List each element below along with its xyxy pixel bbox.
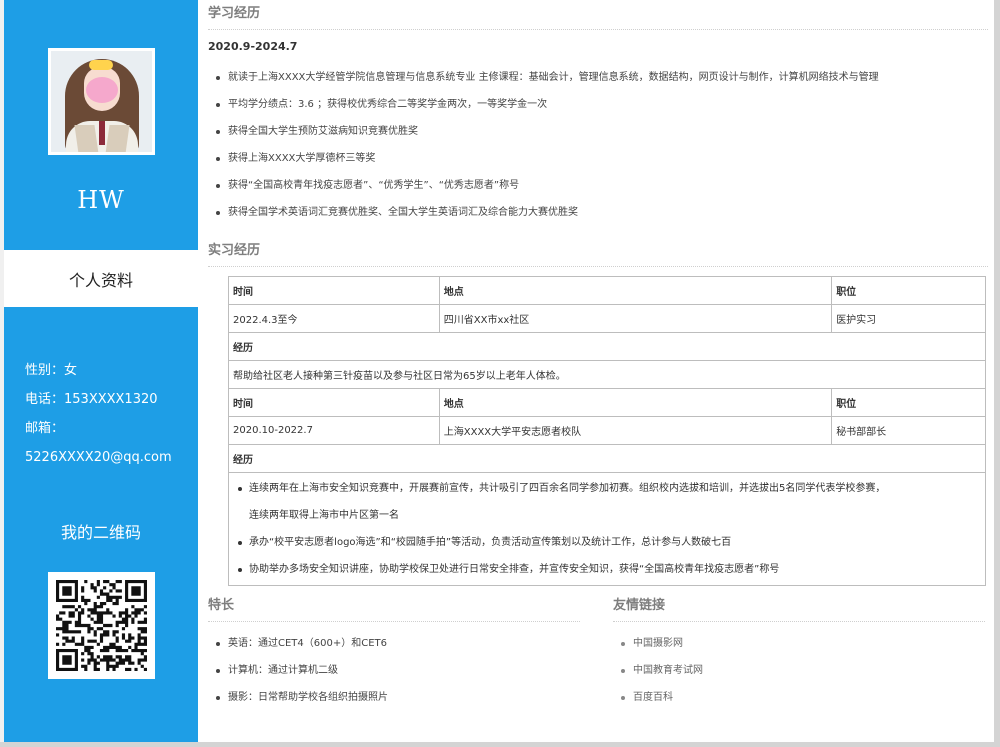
education-title: 学习经历 [208,0,988,30]
profile-photo [48,48,155,155]
list-item: 承办“校平安志愿者logo海选”和“校园随手拍”等活动，负责活动宣传策划以及统计… [233,529,981,556]
list-item: 协助举办多场安全知识讲座，协助学校保卫处进行日常安全排查，并宣传安全知识，获得“… [233,556,981,583]
gender-text: 性别：女 [25,363,78,378]
list-item: 连续两年取得上海市中片区第一名 [249,510,399,521]
sidebar: HW 个人资料 性别：女 电话：153XXXX1320 邮箱： 5226XXXX… [4,0,198,747]
links-section: 友情链接 中国摄影网 中国教育考试网 百度百科 [613,592,985,711]
main-content: 学习经历 2020.9-2024.7 就读于上海XXXX大学经管学院信息管理与信… [208,0,988,703]
cell-role: 医护实习 [831,304,986,333]
tab-profile[interactable]: 个人资料 [4,250,198,307]
internship-section: 实习经历 [208,237,988,267]
table-row: 2022.4.3至今 四川省XX市xx社区 医护实习 [228,304,986,333]
education-list: 就读于上海XXXX大学经管学院信息管理与信息系统专业 主修课程：基础会计，管理信… [208,64,988,226]
cell-time: 2020.10-2022.7 [228,416,440,445]
header-role: 职位 [831,276,986,305]
table-row: 经历 [228,444,986,473]
list-item: 获得“全国高校青年找疫志愿者”、“优秀学生”、“优秀志愿者”称号 [208,172,988,199]
email-label: 邮箱： [25,421,65,436]
link-china-exam[interactable]: 中国教育考试网 [613,657,985,684]
cell-place: 上海XXXX大学平安志愿者校队 [438,416,833,445]
table-row: 帮助给社区老人接种第三针疫苗以及参与社区日常为65岁以上老年人体检。 [228,360,986,389]
cell-time: 2022.4.3至今 [228,304,440,333]
skills-title: 特长 [208,592,580,622]
cell-role: 秘书部部长 [831,416,986,445]
list-item: 计算机：通过计算机二级 [208,657,580,684]
experience-list: 连续两年在上海市安全知识竞赛中，开展赛前宣传，共计吸引了四百余名同学参加初赛。组… [233,475,981,583]
list-item: 获得全国大学生预防艾滋病知识竞赛优胜奖 [208,118,988,145]
table-row: 连续两年在上海市安全知识竞赛中，开展赛前宣传，共计吸引了四百余名同学参加初赛。组… [228,472,986,586]
education-section: 学习经历 2020.9-2024.7 就读于上海XXXX大学经管学院信息管理与信… [208,0,988,226]
link-china-photo[interactable]: 中国摄影网 [613,630,985,657]
list-item: 连续两年在上海市安全知识竞赛中，开展赛前宣传，共计吸引了四百余名同学参加初赛。组… [233,475,981,502]
header-place: 地点 [438,276,833,305]
cell-place: 四川省XX市xx社区 [438,304,833,333]
internship-table: 时间 地点 职位 2022.4.3至今 四川省XX市xx社区 医护实习 经历 帮… [228,276,986,586]
table-row: 经历 [228,332,986,361]
cell-experience: 帮助给社区老人接种第三针疫苗以及参与社区日常为65岁以上老年人体检。 [228,360,986,389]
link-baidu-baike[interactable]: 百度百科 [613,684,985,711]
header-experience: 经历 [228,332,986,361]
list-item: 摄影：日常帮助学校各组织拍摄照片 [208,684,580,711]
horizontal-scrollbar[interactable] [0,742,1000,747]
header-role: 职位 [831,388,986,417]
skills-list: 英语：通过CET4（600+）和CET6 计算机：通过计算机二级 摄影：日常帮助… [208,630,580,711]
phone-text: 电话：153XXXX1320 [25,392,158,407]
qr-code [48,572,155,679]
header-time: 时间 [228,276,440,305]
table-row: 时间 地点 职位 [228,388,986,417]
avatar [51,51,152,152]
list-item: 获得全国学术英语词汇竞赛优胜奖、全国大学生英语词汇及综合能力大赛优胜奖 [208,199,988,226]
list-item: 获得上海XXXX大学厚德杯三等奖 [208,145,988,172]
vertical-scrollbar[interactable] [994,0,1000,747]
links-title: 友情链接 [613,592,985,622]
qr-title: 我的二维码 [60,523,141,542]
list-item: 就读于上海XXXX大学经管学院信息管理与信息系统专业 主修课程：基础会计，管理信… [208,64,988,91]
table-row: 时间 地点 职位 [228,276,986,305]
header-time: 时间 [228,388,440,417]
education-date: 2020.9-2024.7 [208,40,298,53]
qr-code-icon [56,580,147,671]
email-text: 5226XXXX20@qq.com [25,450,172,465]
header-place: 地点 [438,388,833,417]
table-row: 2020.10-2022.7 上海XXXX大学平安志愿者校队 秘书部部长 [228,416,986,445]
internship-title: 实习经历 [208,237,988,267]
cell-experience: 连续两年在上海市安全知识竞赛中，开展赛前宣传，共计吸引了四百余名同学参加初赛。组… [228,472,986,586]
contact-info: 性别：女 电话：153XXXX1320 邮箱： 5226XXXX20@qq.co… [25,360,172,476]
list-item: 英语：通过CET4（600+）和CET6 [208,630,580,657]
header-experience: 经历 [228,444,986,473]
links-list: 中国摄影网 中国教育考试网 百度百科 [613,630,985,711]
profile-name: HW [77,186,125,214]
skills-section: 特长 英语：通过CET4（600+）和CET6 计算机：通过计算机二级 摄影：日… [208,592,580,711]
list-item: 平均学分绩点：3.6 ；获得校优秀综合二等奖学金两次，一等奖学金一次 [208,91,988,118]
